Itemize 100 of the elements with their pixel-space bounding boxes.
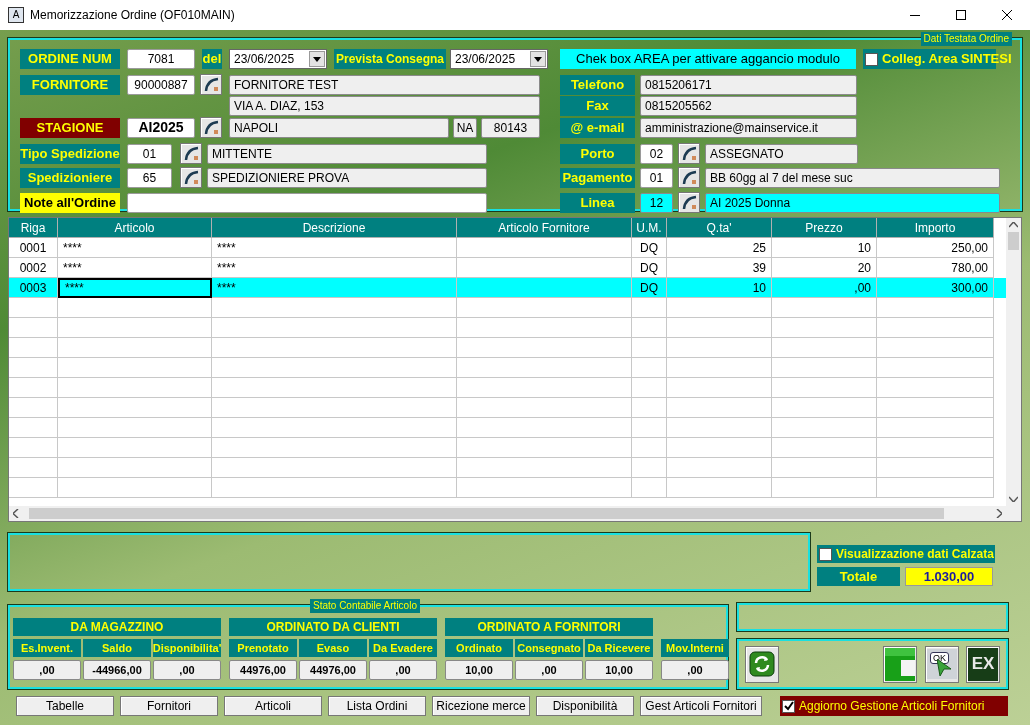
- nav-button[interactable]: Articoli: [224, 696, 322, 716]
- empty-cell: [632, 298, 667, 318]
- empty-cell: [9, 398, 58, 418]
- text-field[interactable]: 0815206171: [640, 74, 857, 95]
- vertical-scrollbar[interactable]: [1006, 218, 1021, 506]
- text-field[interactable]: 01: [640, 167, 673, 188]
- scroll-thumb[interactable]: [29, 508, 944, 519]
- empty-cell: [632, 478, 667, 498]
- empty-cell: [632, 418, 667, 438]
- column-label: Da Ricevere: [585, 639, 653, 657]
- nav-button[interactable]: Tabelle: [16, 696, 114, 716]
- empty-cell: [9, 318, 58, 338]
- lookup-button[interactable]: [200, 74, 222, 95]
- text-field[interactable]: 0815205562: [640, 96, 857, 116]
- text-field[interactable]: NA: [453, 117, 477, 138]
- field-label: Tipo Spedizione: [20, 143, 120, 164]
- field-label: STAGIONE: [20, 117, 120, 138]
- column-header[interactable]: Importo: [877, 218, 994, 238]
- field-label: Fax: [560, 96, 635, 116]
- maximize-icon: [956, 10, 966, 20]
- field-label: Telefono: [560, 74, 635, 95]
- table-cell: 300,00: [877, 278, 994, 298]
- checkbox[interactable]: [782, 699, 795, 713]
- column-header[interactable]: Articolo Fornitore: [457, 218, 632, 238]
- text-field[interactable]: FORNITORE TEST: [229, 74, 540, 95]
- text-field[interactable]: VIA A. DIAZ, 153: [229, 96, 540, 116]
- refresh-button[interactable]: [745, 645, 779, 683]
- arc-icon: [681, 195, 697, 210]
- text-field[interactable]: MITTENTE: [207, 143, 487, 164]
- text-field[interactable]: ASSEGNATO: [705, 143, 858, 164]
- text-field[interactable]: 80143: [481, 117, 540, 138]
- arc-icon: [203, 77, 219, 92]
- nav-button[interactable]: Ricezione merce: [432, 696, 530, 716]
- total-label: Totale: [817, 567, 900, 586]
- value-field: -44966,00: [83, 660, 151, 680]
- value-field: ,00: [153, 660, 221, 680]
- arrow-down-icon: [1009, 496, 1018, 502]
- lookup-button[interactable]: [200, 117, 222, 138]
- text-field[interactable]: NAPOLI: [229, 117, 449, 138]
- document-button[interactable]: [883, 645, 917, 683]
- group-title: DA MAGAZZINO: [13, 618, 221, 636]
- nav-button[interactable]: Gest Articoli Fornitori: [640, 696, 762, 716]
- empty-cell: [9, 338, 58, 358]
- nav-button[interactable]: Disponibilità: [536, 696, 634, 716]
- text-field[interactable]: [127, 192, 487, 213]
- nav-button[interactable]: Fornitori: [120, 696, 218, 716]
- arc-icon: [183, 146, 199, 161]
- field-label: Note all'Ordine: [20, 192, 120, 213]
- text-field[interactable]: 01: [127, 143, 172, 164]
- checkbox-label: Visualizzazione dati Calzata: [836, 546, 994, 563]
- table-cell: ,00: [772, 278, 877, 298]
- empty-cell: [9, 358, 58, 378]
- text-field[interactable]: 7081: [127, 49, 195, 69]
- group-title: ORDINATO A FORNITORI: [445, 618, 653, 636]
- date-dropdown[interactable]: 23/06/2025: [450, 49, 548, 69]
- minimize-icon: [910, 14, 920, 16]
- empty-cell: [632, 438, 667, 458]
- table-cell: ****: [58, 278, 212, 298]
- table-row[interactable]: 0003 **** **** DQ 10 ,00 300,00: [9, 278, 1006, 298]
- exit-button[interactable]: EX: [966, 645, 1000, 683]
- scroll-thumb[interactable]: [1008, 232, 1019, 250]
- arrow-right-icon: [996, 509, 1002, 518]
- field-label: Spedizioniere: [20, 167, 120, 188]
- value-field: 44976,00: [229, 660, 297, 680]
- close-icon: [1002, 10, 1012, 20]
- text-field[interactable]: AI2025: [127, 117, 195, 138]
- text-field[interactable]: BB 60gg al 7 del mese suc: [705, 167, 1000, 188]
- empty-cell: [632, 378, 667, 398]
- lookup-button[interactable]: [678, 192, 700, 213]
- column-header[interactable]: Prezzo: [772, 218, 877, 238]
- arrow-left-icon: [13, 509, 19, 518]
- text-field[interactable]: 02: [640, 143, 673, 164]
- date-dropdown[interactable]: 23/06/2025: [229, 49, 327, 69]
- field-label: Prevista Consegna: [334, 49, 446, 69]
- text-field[interactable]: SPEDIZIONIERE PROVA: [207, 167, 487, 188]
- column-header[interactable]: Descrizione: [212, 218, 457, 238]
- checkbox[interactable]: [865, 52, 878, 66]
- field-label: @ e-mail: [560, 117, 635, 138]
- text-field[interactable]: 90000887: [127, 74, 195, 95]
- text-field[interactable]: 12: [640, 192, 673, 213]
- table-cell: 0003: [9, 278, 58, 298]
- column-header[interactable]: Riga: [9, 218, 58, 238]
- column-header[interactable]: U.M.: [632, 218, 667, 238]
- text-field[interactable]: AI 2025 Donna: [705, 192, 1000, 213]
- caret-icon: [534, 56, 542, 62]
- lookup-button[interactable]: [180, 167, 202, 188]
- column-header[interactable]: Q.ta': [667, 218, 772, 238]
- text-field[interactable]: amministrazione@mainservice.it: [640, 117, 857, 138]
- lookup-button[interactable]: [180, 143, 202, 164]
- lookup-button[interactable]: [678, 143, 700, 164]
- nav-button[interactable]: Lista Ordini: [328, 696, 426, 716]
- lookup-button[interactable]: [678, 167, 700, 188]
- arc-icon: [183, 170, 199, 185]
- horizontal-scrollbar[interactable]: [9, 506, 1021, 521]
- column-header[interactable]: Articolo: [58, 218, 212, 238]
- value-field: 10,00: [585, 660, 653, 680]
- checkbox[interactable]: [819, 547, 832, 561]
- column-label: Es.Invent.: [13, 639, 81, 657]
- column-label: Da Evadere: [369, 639, 437, 657]
- text-field[interactable]: 65: [127, 167, 172, 188]
